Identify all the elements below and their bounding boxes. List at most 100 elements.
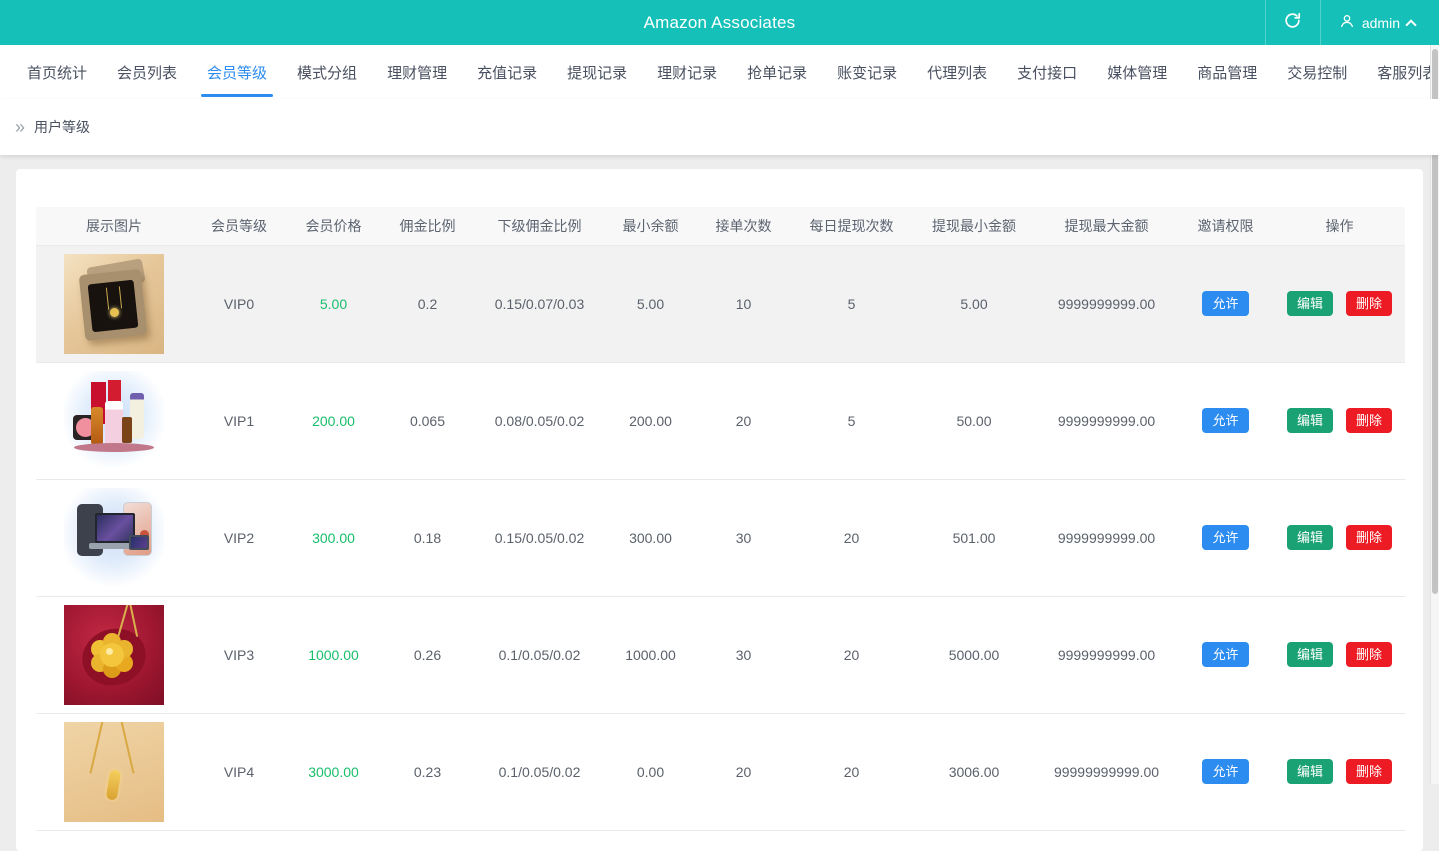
table-row: VIP4 3000.00 0.23 0.1/0.05/0.02 0.00 20 … xyxy=(36,713,1405,831)
nav-item-order-grab-log[interactable]: 抢单记录 xyxy=(732,45,822,99)
cell-commission: 0.065 xyxy=(381,362,474,480)
delete-button[interactable]: 删除 xyxy=(1346,525,1393,550)
allow-invite-button[interactable]: 允许 xyxy=(1202,642,1249,667)
refresh-button[interactable] xyxy=(1264,0,1321,45)
nav-item-recharge-log[interactable]: 充值记录 xyxy=(462,45,552,99)
cell-daily-withdrawals: 20 xyxy=(791,479,912,597)
delete-button[interactable]: 删除 xyxy=(1346,759,1393,784)
col-header-price: 会员价格 xyxy=(286,207,381,246)
chevron-up-icon xyxy=(1405,18,1417,31)
cell-sub-commission: 0.15/0.05/0.02 xyxy=(474,479,605,597)
pendant-glint xyxy=(106,647,113,655)
user-menu[interactable]: admin xyxy=(1321,0,1439,45)
cell-daily-withdrawals: 5 xyxy=(791,245,912,363)
display-tray xyxy=(74,442,154,452)
cell-level: VIP3 xyxy=(192,596,286,714)
username-label: admin xyxy=(1361,14,1400,31)
cell-commission: 0.26 xyxy=(381,596,474,714)
top-header-bar: Amazon Associates admin xyxy=(0,0,1439,45)
header-actions: admin xyxy=(1264,0,1439,45)
cell-sub-commission: 0.15/0.07/0.03 xyxy=(474,245,605,363)
pink-bottle xyxy=(105,400,123,447)
nav-item-finance-mgmt[interactable]: 理财管理 xyxy=(372,45,462,99)
cell-price: 300.00 xyxy=(286,479,381,597)
cell-min-balance: 5.00 xyxy=(605,245,696,363)
cell-level: VIP4 xyxy=(192,713,286,831)
cell-sub-commission: 0.1/0.05/0.02 xyxy=(474,596,605,714)
table-header-row: 展示图片 会员等级 会员价格 佣金比例 下级佣金比例 最小余额 接单次数 每日提… xyxy=(36,207,1405,246)
cell-daily-withdrawals: 5 xyxy=(791,362,912,480)
edit-button[interactable]: 编辑 xyxy=(1286,291,1333,316)
necklace-chain xyxy=(105,285,123,310)
table-row: VIP3 1000.00 0.26 0.1/0.05/0.02 1000.00 … xyxy=(36,596,1405,714)
nav-item-mode-group[interactable]: 模式分组 xyxy=(282,45,372,99)
nav-item-balance-log[interactable]: 账变记录 xyxy=(822,45,912,99)
col-header-actions: 操作 xyxy=(1274,207,1405,246)
cell-min-withdrawal: 50.00 xyxy=(912,362,1036,480)
cell-max-withdrawal: 99999999999.00 xyxy=(1036,713,1177,831)
nav-item-withdraw-log[interactable]: 提现记录 xyxy=(552,45,642,99)
product-image-gold-flower-pendant xyxy=(64,604,164,705)
cell-min-balance: 0.00 xyxy=(605,713,696,831)
allow-invite-button[interactable]: 允许 xyxy=(1202,408,1249,433)
table-card: 展示图片 会员等级 会员价格 佣金比例 下级佣金比例 最小余额 接单次数 每日提… xyxy=(16,169,1423,851)
edit-button[interactable]: 编辑 xyxy=(1286,525,1333,550)
nav-item-payment-api[interactable]: 支付接口 xyxy=(1002,45,1092,99)
cell-orders: 20 xyxy=(696,713,791,831)
cell-min-balance: 1000.00 xyxy=(605,596,696,714)
page-title: 用户等级 xyxy=(34,119,91,135)
nav-item-finance-log[interactable]: 理财记录 xyxy=(642,45,732,99)
cell-price: 3000.00 xyxy=(286,713,381,831)
gold-flower-pendant xyxy=(100,642,124,667)
edit-button[interactable]: 编辑 xyxy=(1286,408,1333,433)
cell-level: VIP1 xyxy=(192,362,286,480)
col-header-min-withdrawal: 提现最小金额 xyxy=(912,207,1036,246)
edit-button[interactable]: 编辑 xyxy=(1286,759,1333,784)
cell-max-withdrawal: 9999999999.00 xyxy=(1036,245,1177,363)
table-row: VIP2 300.00 0.18 0.15/0.05/0.02 300.00 3… xyxy=(36,479,1405,597)
person-icon xyxy=(1339,13,1355,32)
app-title: Amazon Associates xyxy=(643,12,796,32)
product-image-electronics xyxy=(64,487,164,588)
cell-min-withdrawal: 501.00 xyxy=(912,479,1036,597)
nav-item-product-mgmt[interactable]: 商品管理 xyxy=(1182,45,1272,99)
edit-button[interactable]: 编辑 xyxy=(1286,642,1333,667)
cell-commission: 0.23 xyxy=(381,713,474,831)
nav-item-trade-control[interactable]: 交易控制 xyxy=(1272,45,1362,99)
cell-level: VIP0 xyxy=(192,245,286,363)
col-header-orders: 接单次数 xyxy=(696,207,791,246)
product-image-gold-chain xyxy=(64,721,164,822)
mini-device xyxy=(129,534,149,550)
delete-button[interactable]: 删除 xyxy=(1346,291,1393,316)
allow-invite-button[interactable]: 允许 xyxy=(1202,759,1249,784)
col-header-min-balance: 最小余额 xyxy=(605,207,696,246)
cell-orders: 30 xyxy=(696,479,791,597)
col-header-image: 展示图片 xyxy=(36,207,192,246)
nav-item-member-level[interactable]: 会员等级 xyxy=(192,45,282,99)
table-row: VIP1 200.00 0.065 0.08/0.05/0.02 200.00 … xyxy=(36,362,1405,480)
cell-daily-withdrawals: 20 xyxy=(791,713,912,831)
vertical-scrollbar[interactable] xyxy=(1430,45,1439,784)
allow-invite-button[interactable]: 允许 xyxy=(1202,291,1249,316)
necklace-chain xyxy=(89,721,105,773)
nav-item-media-mgmt[interactable]: 媒体管理 xyxy=(1092,45,1182,99)
breadcrumb: » 用户等级 xyxy=(0,99,1439,155)
cell-commission: 0.2 xyxy=(381,245,474,363)
nav-item-member-list[interactable]: 会员列表 xyxy=(102,45,192,99)
delete-button[interactable]: 删除 xyxy=(1346,408,1393,433)
cell-min-withdrawal: 5.00 xyxy=(912,245,1036,363)
table-row: VIP0 5.00 0.2 0.15/0.07/0.03 5.00 10 5 5… xyxy=(36,245,1405,363)
cell-daily-withdrawals: 20 xyxy=(791,596,912,714)
allow-invite-button[interactable]: 允许 xyxy=(1202,525,1249,550)
col-header-level: 会员等级 xyxy=(192,207,286,246)
nav-item-home-stats[interactable]: 首页统计 xyxy=(12,45,102,99)
col-header-invite-perm: 邀请权限 xyxy=(1177,207,1274,246)
nav-item-agent-list[interactable]: 代理列表 xyxy=(912,45,1002,99)
cell-min-balance: 300.00 xyxy=(605,479,696,597)
product-image-cosmetics-set xyxy=(64,370,164,471)
nav-item-service-list[interactable]: 客服列表 xyxy=(1362,45,1439,99)
lotion-bottle xyxy=(130,392,144,439)
delete-button[interactable]: 删除 xyxy=(1346,642,1393,667)
necklace-chain xyxy=(119,721,135,773)
amber-bottle xyxy=(122,416,132,443)
